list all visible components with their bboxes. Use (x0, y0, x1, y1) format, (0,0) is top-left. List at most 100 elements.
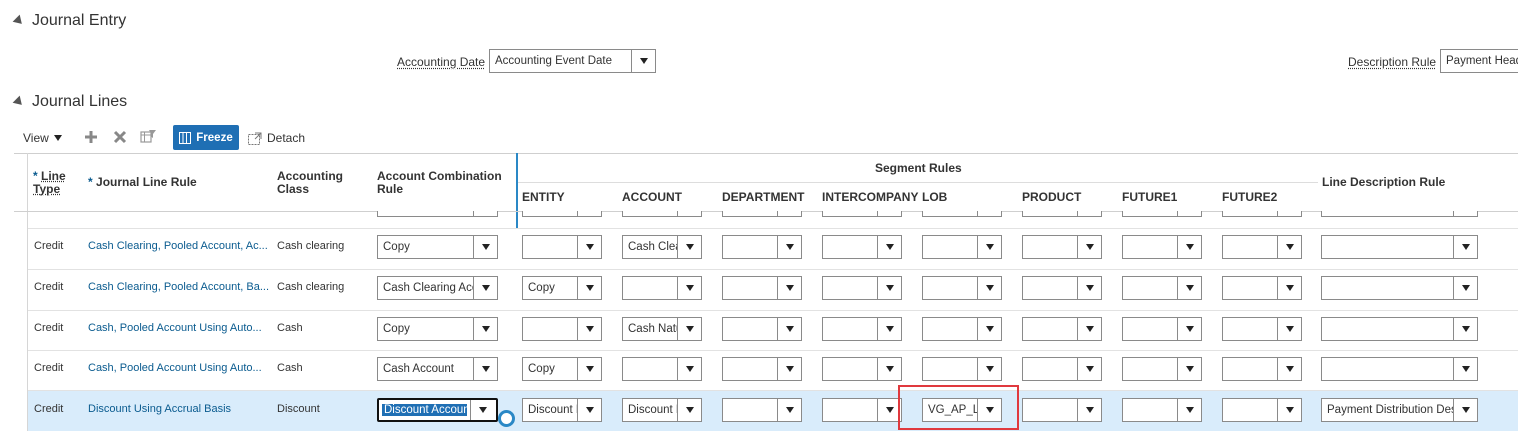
future2-select-dropdown-button[interactable] (1277, 318, 1301, 340)
future1-header[interactable]: FUTURE1 (1122, 191, 1177, 204)
detach-button[interactable]: Detach (248, 131, 305, 145)
account-combination-rule-header[interactable]: Account Combination Rule (377, 170, 502, 196)
intercompany-select[interactable] (822, 398, 902, 422)
journal-line-rule-link[interactable]: Cash Clearing, Pooled Account, Ac... (88, 240, 270, 252)
entity-select-dropdown-button[interactable] (577, 318, 601, 340)
journal-line-rule-link[interactable]: Cash, Pooled Account Using Auto... (88, 322, 270, 334)
future1-select-dropdown-button[interactable] (1177, 358, 1201, 380)
department-header[interactable]: DEPARTMENT (722, 191, 804, 204)
future1-select[interactable] (1122, 357, 1202, 381)
lob-select[interactable] (922, 276, 1002, 300)
account-combination-rule-select[interactable]: Copy (377, 235, 498, 259)
line-description-rule-select[interactable] (1321, 235, 1478, 259)
journal-line-rule-link[interactable]: Discount Using Accrual Basis (88, 403, 270, 415)
account-combination-rule-select[interactable]: Cash Clearing Acc (377, 276, 498, 300)
product-select-dropdown-button[interactable] (1077, 236, 1101, 258)
future2-select-dropdown-button[interactable] (1277, 399, 1301, 421)
account-combination-rule-select[interactable]: Copy (377, 317, 498, 341)
entity-select-dropdown-button[interactable] (577, 277, 601, 299)
intercompany-select-dropdown-button[interactable] (877, 277, 901, 299)
delete-row-button[interactable] (112, 129, 128, 145)
lob-header[interactable]: LOB (922, 191, 947, 204)
department-select[interactable] (722, 317, 802, 341)
account-select[interactable] (622, 276, 702, 300)
future1-select[interactable] (1122, 235, 1202, 259)
future2-select[interactable] (1222, 235, 1302, 259)
entity-header[interactable]: ENTITY (522, 191, 565, 204)
department-select[interactable] (722, 276, 802, 300)
entity-select[interactable]: Copy (522, 276, 602, 300)
product-select[interactable] (1022, 357, 1102, 381)
account-header[interactable]: ACCOUNT (622, 191, 682, 204)
product-select-dropdown-button[interactable] (1077, 399, 1101, 421)
department-select[interactable] (722, 235, 802, 259)
future2-select-dropdown-button[interactable] (1277, 277, 1301, 299)
department-select[interactable] (722, 357, 802, 381)
account-select-dropdown-button[interactable] (677, 399, 701, 421)
product-select-dropdown-button[interactable] (1077, 277, 1101, 299)
product-select-dropdown-button[interactable] (1077, 358, 1101, 380)
entity-select[interactable] (522, 235, 602, 259)
account-combination-rule-select[interactable]: Cash Account (377, 357, 498, 381)
future1-select-dropdown-button[interactable] (1177, 236, 1201, 258)
account-select-dropdown-button[interactable] (677, 236, 701, 258)
entity-select[interactable]: Discount E (522, 398, 602, 422)
lob-select-dropdown-button[interactable] (977, 318, 1001, 340)
product-select-dropdown-button[interactable] (1077, 318, 1101, 340)
line-description-rule-select-dropdown-button[interactable] (1453, 236, 1477, 258)
product-select[interactable] (1022, 235, 1102, 259)
accounting-date-select[interactable]: Accounting Event Date (489, 49, 656, 73)
department-select-dropdown-button[interactable] (777, 399, 801, 421)
entity-select-dropdown-button[interactable] (577, 236, 601, 258)
intercompany-select-dropdown-button[interactable] (877, 318, 901, 340)
entity-select-dropdown-button[interactable] (577, 399, 601, 421)
future2-select-dropdown-button[interactable] (1277, 358, 1301, 380)
view-menu[interactable]: View (23, 131, 62, 145)
line-description-rule-select[interactable] (1321, 357, 1478, 381)
lob-select[interactable] (922, 235, 1002, 259)
collapse-triangle-icon[interactable] (12, 14, 26, 28)
line-description-rule-select-dropdown-button[interactable] (1453, 318, 1477, 340)
freeze-button[interactable]: Freeze (173, 125, 239, 150)
line-description-rule-select-dropdown-button[interactable] (1453, 399, 1477, 421)
department-select-dropdown-button[interactable] (777, 318, 801, 340)
account-select[interactable] (622, 357, 702, 381)
entity-select-dropdown-button[interactable] (577, 358, 601, 380)
account-combination-rule-select-dropdown-button[interactable] (473, 318, 497, 340)
intercompany-select[interactable] (822, 317, 902, 341)
lob-select-dropdown-button[interactable] (977, 277, 1001, 299)
journal-line-rule-link[interactable]: Cash, Pooled Account Using Auto... (88, 362, 270, 374)
line-description-rule-select[interactable] (1321, 317, 1478, 341)
account-select-dropdown-button[interactable] (677, 277, 701, 299)
account-select-dropdown-button[interactable] (677, 358, 701, 380)
journal-line-rule-header[interactable]: * Journal Line Rule (88, 176, 197, 189)
line-description-rule-select[interactable] (1321, 276, 1478, 300)
intercompany-select[interactable] (822, 235, 902, 259)
collapse-triangle-icon[interactable] (12, 95, 26, 109)
line-description-rule-select-dropdown-button[interactable] (1453, 277, 1477, 299)
future1-select[interactable] (1122, 398, 1202, 422)
lob-select[interactable] (922, 317, 1002, 341)
lob-select-dropdown-button[interactable] (977, 236, 1001, 258)
department-select-dropdown-button[interactable] (777, 358, 801, 380)
future1-select[interactable] (1122, 276, 1202, 300)
entity-select[interactable] (522, 317, 602, 341)
lob-select[interactable] (922, 357, 1002, 381)
intercompany-select[interactable] (822, 276, 902, 300)
product-header[interactable]: PRODUCT (1022, 191, 1081, 204)
line-description-rule-header[interactable]: Line Description Rule (1322, 176, 1445, 189)
future1-select-dropdown-button[interactable] (1177, 277, 1201, 299)
intercompany-select[interactable] (822, 357, 902, 381)
line-description-rule-select-dropdown-button[interactable] (1453, 358, 1477, 380)
product-select[interactable] (1022, 276, 1102, 300)
intercompany-select-dropdown-button[interactable] (877, 358, 901, 380)
entity-select[interactable]: Copy (522, 357, 602, 381)
future1-select[interactable] (1122, 317, 1202, 341)
query-by-example-button[interactable] (140, 129, 157, 145)
lob-select-dropdown-button[interactable] (977, 358, 1001, 380)
intercompany-header[interactable]: INTERCOMPANY (822, 191, 918, 204)
account-combination-rule-select-dropdown-button[interactable] (470, 400, 494, 420)
account-combination-rule-select-dropdown-button[interactable] (473, 277, 497, 299)
journal-line-rule-link[interactable]: Cash Clearing, Pooled Account, Ba... (88, 281, 270, 293)
account-select[interactable]: Discount N (622, 398, 702, 422)
